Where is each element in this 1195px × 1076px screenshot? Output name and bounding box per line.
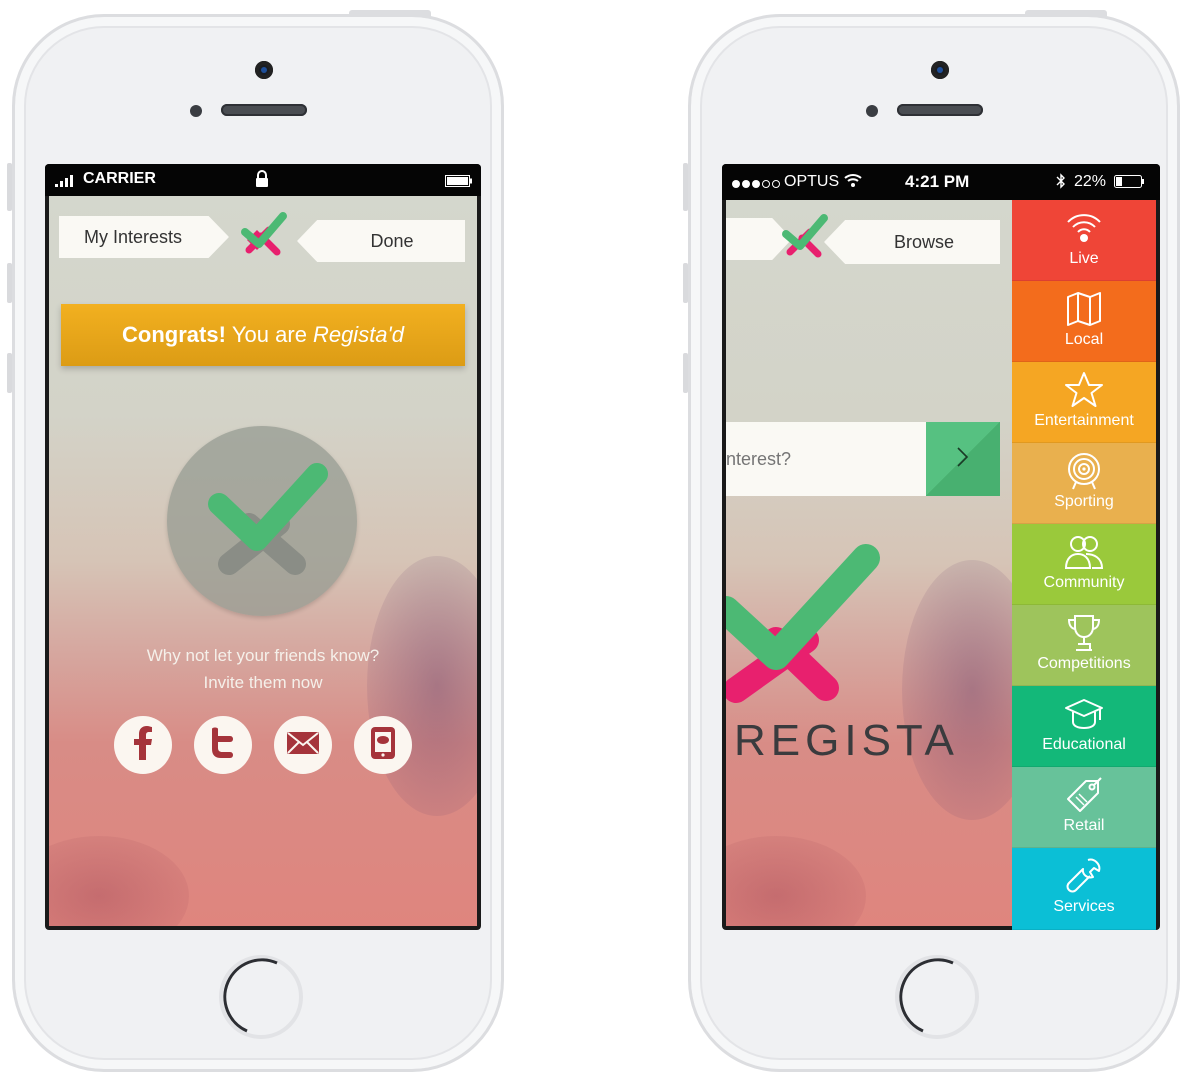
search-bar xyxy=(726,422,1000,496)
category-menu: Live Local Entertainment Sporting Community C… xyxy=(1012,200,1156,930)
twitter-icon xyxy=(208,727,238,763)
volume-down-button xyxy=(7,353,12,393)
browse-screen: Browse REGISTA xyxy=(726,200,1012,926)
success-check-icon xyxy=(167,426,357,616)
map-icon xyxy=(1064,289,1104,329)
menu-item-label: Educational xyxy=(1042,736,1126,753)
carrier-label: OPTUS xyxy=(784,173,840,190)
email-icon xyxy=(286,731,320,759)
tab-label: My Interests xyxy=(83,226,183,247)
menu-item-local[interactable]: Local xyxy=(1012,281,1156,362)
volume-down-button xyxy=(683,353,688,393)
menu-item-label: Live xyxy=(1069,250,1099,267)
share-sms-button[interactable] xyxy=(354,716,412,774)
phone-frame-left: CARRIER My Interests Done Congrats! You … xyxy=(7,10,504,1072)
home-button[interactable] xyxy=(895,955,979,1039)
sms-icon xyxy=(370,726,396,764)
banner-text: You are xyxy=(231,322,307,347)
regista-logo-icon xyxy=(239,210,289,258)
wrench-icon xyxy=(1064,856,1104,896)
lock-icon xyxy=(255,170,269,193)
menu-item-label: Retail xyxy=(1063,817,1105,834)
battery-percent: 22% xyxy=(1074,173,1107,190)
screen-right: OPTUS 4:21 PM 22% Browse nterest? REGIST… xyxy=(722,164,1160,930)
signal-icon xyxy=(55,173,77,192)
menu-item-sporting[interactable]: Sporting xyxy=(1012,443,1156,524)
wifi-icon xyxy=(844,172,862,193)
mute-switch xyxy=(683,163,688,211)
menu-item-services[interactable]: Services xyxy=(1012,848,1156,930)
menu-item-educational[interactable]: Educational xyxy=(1012,686,1156,767)
battery-icon xyxy=(445,174,473,192)
invite-message-line1: Why not let your friends know? xyxy=(146,646,380,665)
battery-icon xyxy=(1114,175,1146,194)
chevron-right-icon xyxy=(956,446,970,472)
menu-item-label: Sporting xyxy=(1054,493,1114,510)
star-icon xyxy=(1064,370,1104,410)
menu-item-competitions[interactable]: Competitions xyxy=(1012,605,1156,686)
time-label: 4:21 PM xyxy=(905,172,970,191)
regista-logo-icon xyxy=(780,212,830,260)
browse-label: Browse xyxy=(893,231,955,252)
proximity-sensor xyxy=(190,105,202,117)
mute-switch xyxy=(7,163,12,211)
menu-item-label: Entertainment xyxy=(1034,412,1134,429)
power-button xyxy=(1025,10,1107,16)
status-bar: CARRIER xyxy=(45,164,481,196)
search-input[interactable] xyxy=(726,422,922,496)
share-facebook-button[interactable] xyxy=(114,716,172,774)
price-tag-icon xyxy=(1064,775,1104,815)
people-icon xyxy=(1064,532,1104,572)
home-button[interactable] xyxy=(219,955,303,1039)
facebook-icon xyxy=(128,726,158,764)
power-button xyxy=(349,10,431,16)
status-bar: OPTUS 4:21 PM 22% xyxy=(722,164,1160,200)
phone-frame-right: OPTUS 4:21 PM 22% Browse nterest? REGIST… xyxy=(683,10,1180,1072)
menu-item-community[interactable]: Community xyxy=(1012,524,1156,605)
congrats-banner: Congrats! You are Regista'd xyxy=(61,304,465,366)
front-camera xyxy=(931,61,949,79)
menu-item-label: Local xyxy=(1064,331,1104,348)
broadcast-icon xyxy=(1064,208,1104,248)
screen-left: CARRIER My Interests Done Congrats! You … xyxy=(45,164,481,930)
volume-up-button xyxy=(7,263,12,303)
graduation-cap-icon xyxy=(1064,694,1104,734)
signal-dots-icon xyxy=(732,176,782,194)
banner-bold-text: Congrats! xyxy=(122,322,226,347)
carrier-label: CARRIER xyxy=(83,170,156,187)
brand-wordmark: REGISTA xyxy=(734,716,959,765)
share-twitter-button[interactable] xyxy=(194,716,252,774)
tab-my-interests[interactable]: My Interests xyxy=(59,216,229,258)
share-email-button[interactable] xyxy=(274,716,332,774)
done-label: Done xyxy=(370,230,414,251)
menu-item-label: Community xyxy=(1043,574,1125,591)
front-camera xyxy=(255,61,273,79)
search-submit-button[interactable] xyxy=(926,422,1000,496)
proximity-sensor xyxy=(866,105,878,117)
regista-large-logo-icon xyxy=(726,540,886,710)
bluetooth-icon xyxy=(1056,173,1066,194)
menu-item-live[interactable]: Live xyxy=(1012,200,1156,281)
invite-message-line2: Invite them now xyxy=(203,673,323,692)
banner-italic-text: Regista'd xyxy=(312,322,404,347)
menu-item-label: Services xyxy=(1053,898,1115,915)
volume-up-button xyxy=(683,263,688,303)
interests-screen: My Interests Done Congrats! You are Regi… xyxy=(49,196,477,926)
done-button[interactable]: Done xyxy=(297,220,465,262)
menu-item-retail[interactable]: Retail xyxy=(1012,767,1156,848)
trophy-icon xyxy=(1064,613,1104,653)
earpiece-speaker xyxy=(221,104,307,116)
target-icon xyxy=(1064,451,1104,491)
menu-item-entertainment[interactable]: Entertainment xyxy=(1012,362,1156,443)
menu-item-label: Competitions xyxy=(1037,655,1131,672)
earpiece-speaker xyxy=(897,104,983,116)
browse-button[interactable]: Browse xyxy=(824,220,1000,264)
